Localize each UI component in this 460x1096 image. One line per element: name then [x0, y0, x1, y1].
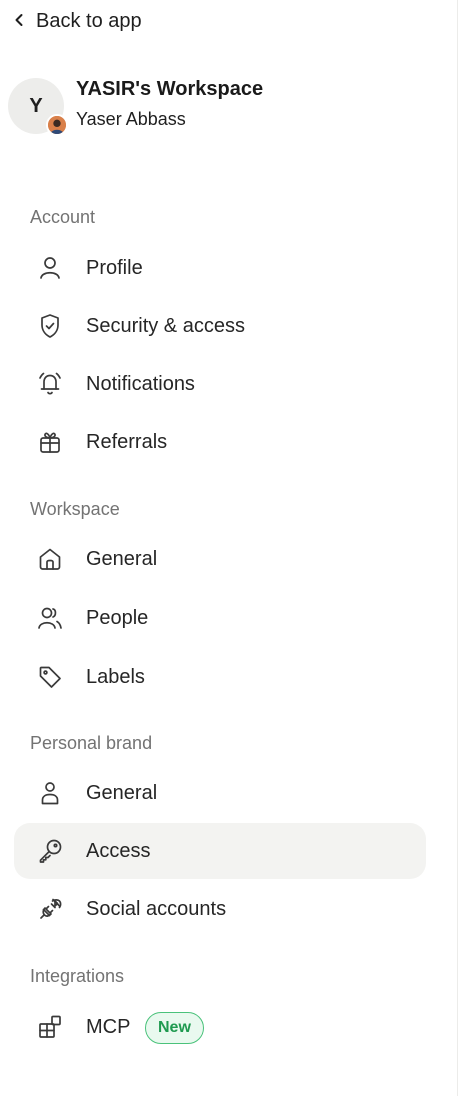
nav-item-label: MCP	[86, 1015, 131, 1038]
nav-item-referrals[interactable]: Referrals	[14, 414, 426, 470]
nav-item-labels[interactable]: Labels	[14, 649, 426, 705]
workspace-avatar: Y	[8, 78, 68, 136]
section-title-integrations: Integrations	[30, 966, 125, 986]
shield-check-icon	[36, 312, 64, 340]
gift-icon	[36, 428, 64, 456]
blocks-icon	[36, 1013, 64, 1041]
user-icon	[36, 254, 64, 282]
nav-item-brand-general[interactable]: General	[14, 765, 426, 821]
nav-item-label: Access	[86, 839, 151, 862]
nav-item-label: Notifications	[86, 372, 195, 395]
user-avatar	[46, 114, 68, 136]
nav-item-profile[interactable]: Profile	[14, 240, 426, 296]
tag-icon	[36, 663, 64, 691]
nav-item-workspace-general[interactable]: General	[14, 531, 426, 587]
key-icon	[36, 837, 64, 865]
workspace-header[interactable]: Y YASIR's Workspace Yaser Abbass	[8, 78, 264, 136]
workspace-user-name: Yaser Abbass	[76, 109, 186, 129]
nav-item-notifications[interactable]: Notifications	[14, 356, 426, 412]
home-icon	[36, 545, 64, 573]
back-to-app-link[interactable]: Back to app	[12, 6, 142, 36]
bell-icon	[36, 370, 64, 398]
nav-item-people[interactable]: People	[14, 590, 426, 646]
nav-item-security[interactable]: Security & access	[14, 298, 426, 354]
new-badge: New	[145, 1012, 204, 1044]
nav-item-access[interactable]: Access	[14, 823, 426, 879]
nav-item-label: Profile	[86, 256, 143, 279]
nav-item-label: People	[86, 606, 149, 629]
nav-item-label: Labels	[86, 665, 145, 688]
section-title-personal-brand: Personal brand	[30, 733, 153, 753]
section-title-account: Account	[30, 207, 96, 227]
chevron-left-icon	[12, 10, 26, 33]
nav-item-label: General	[86, 781, 158, 804]
nav-item-label: Security & access	[86, 314, 245, 337]
person-icon	[36, 779, 64, 807]
nav-item-label: General	[86, 547, 158, 570]
settings-sidebar: Back to app Y YASIR's Workspace Yaser Ab…	[0, 0, 458, 1096]
plug-icon	[36, 895, 64, 923]
nav-item-label: Referrals	[86, 430, 168, 453]
workspace-initial: Y	[29, 94, 43, 117]
nav-item-label: Social accounts	[86, 897, 227, 920]
nav-item-social-accounts[interactable]: Social accounts	[14, 881, 426, 937]
back-to-app-label: Back to app	[36, 9, 142, 32]
workspace-name: YASIR's Workspace	[76, 78, 264, 100]
nav-item-mcp[interactable]: MCP New	[14, 999, 426, 1055]
section-title-workspace: Workspace	[30, 499, 120, 519]
users-icon	[36, 604, 64, 632]
